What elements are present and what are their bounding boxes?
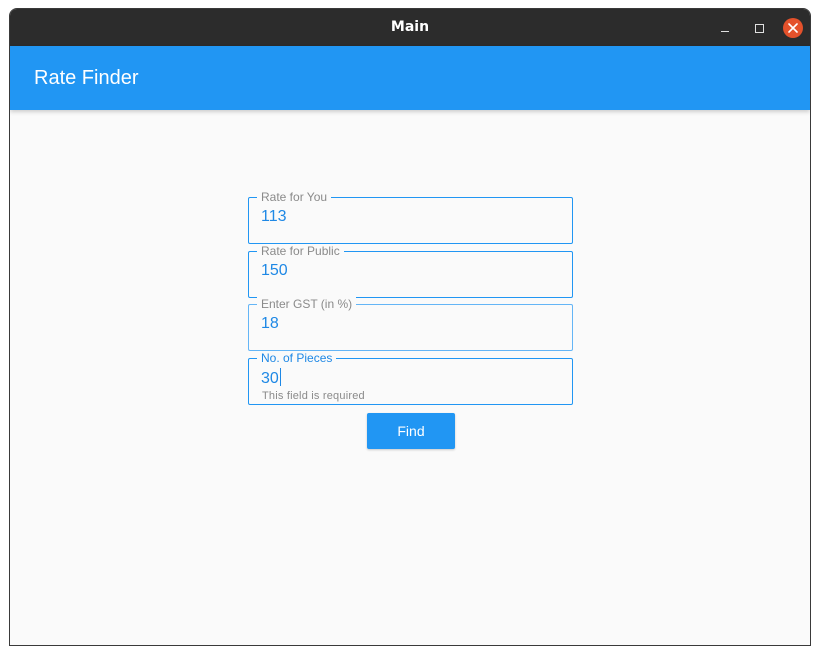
rate-for-public-value[interactable]: 150: [261, 261, 288, 281]
window-titlebar[interactable]: Main: [10, 9, 810, 46]
app-window: Main Rate Finder Rate for You 113 Rate f…: [9, 8, 811, 646]
gst-field[interactable]: Enter GST (in %) 18: [248, 297, 573, 351]
rate-for-you-value[interactable]: 113: [261, 207, 287, 227]
rate-for-public-field[interactable]: Rate for Public 150: [248, 244, 573, 298]
pieces-value[interactable]: 30: [261, 370, 279, 387]
pieces-label: No. of Pieces: [257, 351, 337, 365]
rate-for-you-field[interactable]: Rate for You 113: [248, 190, 573, 244]
pieces-value-wrap[interactable]: 30: [261, 368, 281, 389]
text-cursor: [279, 368, 281, 386]
gst-value[interactable]: 18: [261, 314, 279, 334]
app-title: Rate Finder: [34, 67, 139, 89]
find-button[interactable]: Find: [367, 413, 455, 449]
pieces-helper-text: This field is required: [262, 390, 365, 402]
window-title: Main: [390, 19, 430, 35]
app-bar: Rate Finder: [10, 46, 810, 110]
pieces-field[interactable]: No. of Pieces 30 This field is required: [248, 351, 573, 405]
gst-label: Enter GST (in %): [257, 297, 357, 311]
rate-for-you-label: Rate for You: [257, 190, 332, 204]
minimize-icon[interactable]: [715, 18, 735, 38]
close-icon[interactable]: [783, 18, 803, 38]
maximize-icon[interactable]: [749, 18, 769, 38]
rate-for-public-label: Rate for Public: [257, 244, 344, 258]
